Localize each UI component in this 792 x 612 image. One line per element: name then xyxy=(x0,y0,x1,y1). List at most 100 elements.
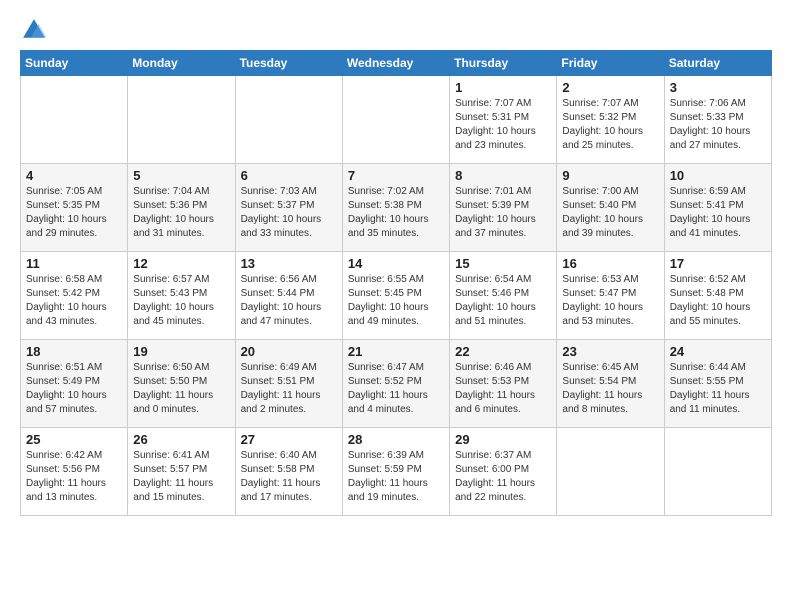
calendar-cell xyxy=(21,76,128,164)
calendar-cell: 26 Sunrise: 6:41 AM Sunset: 5:57 PM Dayli… xyxy=(128,428,235,516)
calendar-cell: 2Sunrise: 7:07 AM Sunset: 5:32 PM Daylig… xyxy=(557,76,664,164)
calendar-cell: 3 Sunrise: 7:06 AM Sunset: 5:33 PM Daylig… xyxy=(664,76,771,164)
day-detail: Sunrise: 6:56 AM Sunset: 5:44 PM Dayligh… xyxy=(241,273,337,329)
day-number: 6 xyxy=(241,168,337,183)
day-number: 4 xyxy=(26,168,122,183)
calendar-cell: 1 Sunrise: 7:07 AM Sunset: 5:31 PM Daylig… xyxy=(450,76,557,164)
day-detail: Sunrise: 6:59 AM Sunset: 5:41 PM Dayligh… xyxy=(670,185,766,241)
calendar-cell: 28 Sunrise: 6:39 AM Sunset: 5:59 PM Dayli… xyxy=(342,428,449,516)
day-detail: Sunrise: 6:54 AM Sunset: 5:46 PM Dayligh… xyxy=(455,273,551,329)
day-detail: Sunrise: 6:41 AM Sunset: 5:57 PM Dayligh… xyxy=(133,449,229,505)
calendar-cell: 17 Sunrise: 6:52 AM Sunset: 5:48 PM Dayli… xyxy=(664,252,771,340)
day-number: 25 xyxy=(26,432,122,447)
day-number: 19 xyxy=(133,344,229,359)
calendar-week-row: 4 Sunrise: 7:05 AM Sunset: 5:35 PM Daylig… xyxy=(21,164,772,252)
day-number: 3 xyxy=(670,80,766,95)
day-detail: Sunrise: 6:37 AM Sunset: 6:00 PM Dayligh… xyxy=(455,449,551,505)
calendar-cell: 20 Sunrise: 6:49 AM Sunset: 5:51 PM Dayli… xyxy=(235,340,342,428)
day-detail: Sunrise: 6:44 AM Sunset: 5:55 PM Dayligh… xyxy=(670,361,766,417)
calendar-cell: 21Sunrise: 6:47 AM Sunset: 5:52 PM Dayli… xyxy=(342,340,449,428)
day-number: 7 xyxy=(348,168,444,183)
day-number: 13 xyxy=(241,256,337,271)
calendar-cell: 24 Sunrise: 6:44 AM Sunset: 5:55 PM Dayli… xyxy=(664,340,771,428)
day-detail: Sunrise: 6:52 AM Sunset: 5:48 PM Dayligh… xyxy=(670,273,766,329)
calendar-cell: 29Sunrise: 6:37 AM Sunset: 6:00 PM Dayli… xyxy=(450,428,557,516)
day-number: 15 xyxy=(455,256,551,271)
day-detail: Sunrise: 6:58 AM Sunset: 5:42 PM Dayligh… xyxy=(26,273,122,329)
day-header-monday: Monday xyxy=(128,51,235,76)
day-detail: Sunrise: 6:39 AM Sunset: 5:59 PM Dayligh… xyxy=(348,449,444,505)
day-number: 22 xyxy=(455,344,551,359)
day-number: 27 xyxy=(241,432,337,447)
calendar-cell: 13 Sunrise: 6:56 AM Sunset: 5:44 PM Dayli… xyxy=(235,252,342,340)
day-detail: Sunrise: 6:42 AM Sunset: 5:56 PM Dayligh… xyxy=(26,449,122,505)
calendar-cell: 22 Sunrise: 6:46 AM Sunset: 5:53 PM Dayli… xyxy=(450,340,557,428)
calendar-cell xyxy=(557,428,664,516)
day-detail: Sunrise: 6:51 AM Sunset: 5:49 PM Dayligh… xyxy=(26,361,122,417)
calendar-cell: 4 Sunrise: 7:05 AM Sunset: 5:35 PM Daylig… xyxy=(21,164,128,252)
day-detail: Sunrise: 6:53 AM Sunset: 5:47 PM Dayligh… xyxy=(562,273,658,329)
day-header-friday: Friday xyxy=(557,51,664,76)
calendar-cell: 6 Sunrise: 7:03 AM Sunset: 5:37 PM Daylig… xyxy=(235,164,342,252)
calendar-cell: 7 Sunrise: 7:02 AM Sunset: 5:38 PM Daylig… xyxy=(342,164,449,252)
day-detail: Sunrise: 7:01 AM Sunset: 5:39 PM Dayligh… xyxy=(455,185,551,241)
calendar-cell: 5Sunrise: 7:04 AM Sunset: 5:36 PM Daylig… xyxy=(128,164,235,252)
day-detail: Sunrise: 6:40 AM Sunset: 5:58 PM Dayligh… xyxy=(241,449,337,505)
day-number: 14 xyxy=(348,256,444,271)
calendar-cell xyxy=(128,76,235,164)
calendar-cell: 23Sunrise: 6:45 AM Sunset: 5:54 PM Dayli… xyxy=(557,340,664,428)
day-number: 17 xyxy=(670,256,766,271)
day-number: 11 xyxy=(26,256,122,271)
logo xyxy=(20,16,52,44)
calendar-cell xyxy=(235,76,342,164)
day-number: 16 xyxy=(562,256,658,271)
header xyxy=(20,16,772,44)
day-number: 23 xyxy=(562,344,658,359)
day-number: 28 xyxy=(348,432,444,447)
calendar-header-row: SundayMondayTuesdayWednesdayThursdayFrid… xyxy=(21,51,772,76)
calendar-cell: 18 Sunrise: 6:51 AM Sunset: 5:49 PM Dayli… xyxy=(21,340,128,428)
day-header-thursday: Thursday xyxy=(450,51,557,76)
logo-icon xyxy=(20,16,48,44)
calendar-cell: 8Sunrise: 7:01 AM Sunset: 5:39 PM Daylig… xyxy=(450,164,557,252)
day-detail: Sunrise: 6:46 AM Sunset: 5:53 PM Dayligh… xyxy=(455,361,551,417)
day-detail: Sunrise: 7:06 AM Sunset: 5:33 PM Dayligh… xyxy=(670,97,766,153)
calendar-cell: 11 Sunrise: 6:58 AM Sunset: 5:42 PM Dayli… xyxy=(21,252,128,340)
calendar-cell: 19 Sunrise: 6:50 AM Sunset: 5:50 PM Dayli… xyxy=(128,340,235,428)
calendar-cell: 14Sunrise: 6:55 AM Sunset: 5:45 PM Dayli… xyxy=(342,252,449,340)
day-number: 9 xyxy=(562,168,658,183)
day-header-wednesday: Wednesday xyxy=(342,51,449,76)
day-number: 20 xyxy=(241,344,337,359)
day-detail: Sunrise: 6:49 AM Sunset: 5:51 PM Dayligh… xyxy=(241,361,337,417)
day-detail: Sunrise: 7:00 AM Sunset: 5:40 PM Dayligh… xyxy=(562,185,658,241)
day-detail: Sunrise: 7:07 AM Sunset: 5:32 PM Dayligh… xyxy=(562,97,658,153)
day-number: 26 xyxy=(133,432,229,447)
calendar-cell: 16 Sunrise: 6:53 AM Sunset: 5:47 PM Dayli… xyxy=(557,252,664,340)
page: SundayMondayTuesdayWednesdayThursdayFrid… xyxy=(0,0,792,532)
calendar-cell: 25 Sunrise: 6:42 AM Sunset: 5:56 PM Dayli… xyxy=(21,428,128,516)
calendar-cell xyxy=(664,428,771,516)
day-number: 18 xyxy=(26,344,122,359)
day-number: 21 xyxy=(348,344,444,359)
day-header-saturday: Saturday xyxy=(664,51,771,76)
day-detail: Sunrise: 7:07 AM Sunset: 5:31 PM Dayligh… xyxy=(455,97,551,153)
calendar-cell: 10 Sunrise: 6:59 AM Sunset: 5:41 PM Dayli… xyxy=(664,164,771,252)
day-detail: Sunrise: 6:57 AM Sunset: 5:43 PM Dayligh… xyxy=(133,273,229,329)
calendar-cell: 9 Sunrise: 7:00 AM Sunset: 5:40 PM Daylig… xyxy=(557,164,664,252)
day-detail: Sunrise: 7:03 AM Sunset: 5:37 PM Dayligh… xyxy=(241,185,337,241)
calendar-table: SundayMondayTuesdayWednesdayThursdayFrid… xyxy=(20,50,772,516)
day-detail: Sunrise: 7:02 AM Sunset: 5:38 PM Dayligh… xyxy=(348,185,444,241)
day-number: 1 xyxy=(455,80,551,95)
day-number: 10 xyxy=(670,168,766,183)
day-header-tuesday: Tuesday xyxy=(235,51,342,76)
day-detail: Sunrise: 6:50 AM Sunset: 5:50 PM Dayligh… xyxy=(133,361,229,417)
calendar-week-row: 11 Sunrise: 6:58 AM Sunset: 5:42 PM Dayli… xyxy=(21,252,772,340)
calendar-week-row: 1 Sunrise: 7:07 AM Sunset: 5:31 PM Daylig… xyxy=(21,76,772,164)
calendar-cell xyxy=(342,76,449,164)
day-number: 24 xyxy=(670,344,766,359)
calendar-cell: 12Sunrise: 6:57 AM Sunset: 5:43 PM Dayli… xyxy=(128,252,235,340)
day-detail: Sunrise: 7:05 AM Sunset: 5:35 PM Dayligh… xyxy=(26,185,122,241)
calendar-cell: 27 Sunrise: 6:40 AM Sunset: 5:58 PM Dayli… xyxy=(235,428,342,516)
calendar-week-row: 18 Sunrise: 6:51 AM Sunset: 5:49 PM Dayli… xyxy=(21,340,772,428)
day-header-sunday: Sunday xyxy=(21,51,128,76)
